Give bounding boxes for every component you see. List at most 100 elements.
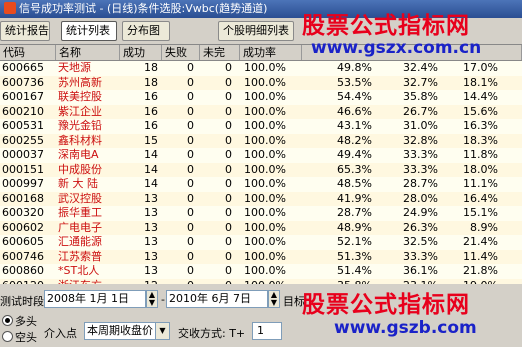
table-row[interactable]: 600168 武汉控股 13 0 0 100.0% 41.9% 28.0% 16.4% — [0, 191, 522, 206]
cell-metric-2: 35.8% — [403, 90, 438, 103]
table-row[interactable]: 000151 中成股份 14 0 0 100.0% 65.3% 33.3% 18.0% — [0, 162, 522, 178]
chevron-down-icon[interactable]: ▼ — [155, 323, 169, 339]
table-row[interactable]: 600665 天地源 18 0 0 100.0% 49.8% 32.4% 17.0% — [0, 61, 522, 76]
row-filler — [502, 163, 522, 178]
row-filler — [502, 279, 522, 285]
cell-fail: 0 — [162, 279, 200, 285]
table-row[interactable]: 600167 联美控股 16 0 0 100.0% 54.4% 35.8% 14.4% — [0, 90, 522, 105]
cell-metric-3: 18.0% — [463, 162, 498, 176]
end-date-field[interactable]: 2010年 6月 7日 — [166, 290, 268, 308]
watermark-bottom-url: www.gszb.com — [334, 318, 477, 338]
cell-incomplete: 0 — [225, 191, 232, 205]
cell-success: 15 — [144, 133, 158, 147]
short-radio[interactable] — [2, 331, 13, 342]
cell-incomplete: 0 — [225, 133, 232, 147]
cell-metric-1: 41.9% — [337, 191, 372, 205]
cell-name: 武汉控股 — [58, 191, 102, 205]
cell-code: 600255 — [2, 133, 44, 147]
cell-metric-1: 46.6% — [337, 104, 372, 118]
cell-code: 600531 — [2, 119, 44, 132]
cell-incomplete: 0 — [225, 119, 232, 132]
cell-metric-1: 51.4% — [337, 264, 372, 277]
entry-select[interactable]: 本周期收盘价 ▼ — [84, 322, 170, 340]
cell-metric-2: 33.3% — [403, 162, 438, 176]
cell-success-rate: 100.0% — [244, 90, 286, 103]
cell-metric-1: 35.8% — [290, 279, 374, 285]
header-success-rate[interactable]: 成功率 — [240, 45, 302, 60]
cell-fail: 0 — [187, 133, 194, 147]
cell-code: 600605 — [2, 235, 44, 248]
table-row[interactable]: 000037 深南电A 14 0 0 100.0% 49.4% 33.3% 11.8% — [0, 148, 522, 163]
cell-metric-3: 18.3% — [463, 133, 498, 147]
row-filler — [502, 206, 522, 221]
cell-success: 14 — [144, 162, 158, 176]
cell-metric-2: 32.5% — [403, 235, 438, 248]
start-date-spinner[interactable]: ▲ ▼ — [146, 290, 158, 308]
period-label: 测试时段 — [0, 295, 44, 308]
table-row[interactable]: 600320 振华重工 13 0 0 100.0% 28.7% 24.9% 15.1% — [0, 206, 522, 221]
end-date-spinner[interactable]: ▲ ▼ — [268, 290, 280, 308]
cell-name: 联美控股 — [58, 90, 102, 103]
cell-code: 600736 — [2, 75, 44, 89]
table-row[interactable]: 600736 苏州高新 18 0 0 100.0% 53.5% 32.7% 18.1% — [0, 75, 522, 91]
cell-code: 600320 — [2, 206, 44, 219]
table-row[interactable]: 600605 汇通能源 13 0 0 100.0% 52.1% 32.5% 21.4% — [0, 235, 522, 250]
header-fail[interactable]: 失败 — [162, 45, 200, 60]
cell-success: 13 — [144, 235, 158, 248]
stats-report-tab[interactable]: 统计报告 — [0, 21, 50, 41]
cell-fail: 0 — [187, 90, 194, 103]
cell-code: 000151 — [2, 162, 44, 176]
cell-metric-3: 8.9% — [470, 220, 498, 234]
cell-fail: 0 — [187, 75, 194, 89]
cell-success-rate: 100.0% — [244, 191, 286, 205]
cell-fail: 0 — [187, 249, 194, 263]
row-filler — [502, 177, 522, 192]
table-row[interactable]: 600746 江苏索普 13 0 0 100.0% 51.3% 33.3% 11.4% — [0, 249, 522, 264]
start-date-field[interactable]: 2008年 1月 1日 — [44, 290, 146, 308]
cell-metric-1: 48.9% — [337, 220, 372, 234]
table-row[interactable]: 600120浙江东方1200100.0%35.8%23.1%19.0% — [0, 278, 522, 285]
cell-success-rate: 100.0% — [244, 104, 286, 118]
short-label: 空头 — [15, 331, 37, 344]
trade-label: 交收方式: T+ — [178, 327, 246, 340]
cell-incomplete: 0 — [225, 61, 232, 74]
watermark-top-title: 股票公式指标网 — [302, 13, 470, 39]
table-row[interactable]: 600255 鑫科材料 15 0 0 100.0% 48.2% 32.8% 18.3% — [0, 133, 522, 148]
cell-metric-1: 53.5% — [337, 75, 372, 89]
header-incomplete[interactable]: 未完 — [200, 45, 240, 60]
cell-metric-1: 49.8% — [337, 61, 372, 74]
row-filler — [502, 76, 522, 91]
cell-metric-3: 14.4% — [463, 90, 498, 103]
cell-metric-3: 17.0% — [463, 61, 498, 74]
cell-name: 振华重工 — [58, 206, 102, 219]
cell-metric-1: 49.4% — [337, 148, 372, 161]
cell-metric-2: 36.1% — [403, 264, 438, 277]
table-row[interactable]: 600210 紫江企业 16 0 0 100.0% 46.6% 26.7% 15.6% — [0, 104, 522, 119]
header-success[interactable]: 成功 — [120, 45, 162, 60]
trade-days-input[interactable]: 1 — [252, 322, 282, 340]
cell-name: 天地源 — [58, 61, 91, 74]
entry-select-value: 本周期收盘价 — [87, 324, 153, 337]
distribution-tab[interactable]: 分布图 — [122, 21, 170, 41]
cell-metric-1: 52.1% — [337, 235, 372, 248]
cell-metric-1: 65.3% — [337, 162, 372, 176]
cell-metric-2: 28.7% — [403, 177, 438, 190]
long-label: 多头 — [15, 315, 37, 328]
cell-metric-3: 15.1% — [463, 206, 498, 219]
table-row[interactable]: 600860 *ST北人 13 0 0 100.0% 51.4% 36.1% 21.8% — [0, 264, 522, 279]
long-radio[interactable] — [2, 315, 13, 326]
cell-incomplete: 0 — [225, 206, 232, 219]
stats-list-tab[interactable]: 统计列表 — [61, 21, 117, 41]
header-name[interactable]: 名称 — [56, 45, 120, 60]
cell-name: 鑫科材料 — [58, 133, 102, 147]
cell-success-rate: 100.0% — [244, 206, 286, 219]
cell-code: 600120 — [0, 279, 56, 285]
cell-fail: 0 — [187, 220, 194, 234]
table-row[interactable]: 000997 新 大 陆 14 0 0 100.0% 48.5% 28.7% 11.1% — [0, 177, 522, 192]
header-code[interactable]: 代码 — [0, 45, 56, 60]
table-row[interactable]: 600531 豫光金铅 16 0 0 100.0% 43.1% 31.0% 16.3% — [0, 119, 522, 134]
table-row[interactable]: 600602 广电电子 13 0 0 100.0% 48.9% 26.3% 8.9% — [0, 220, 522, 235]
stock-detail-button[interactable]: 个股明细列表 — [218, 21, 294, 41]
watermark-bottom-title: 股票公式指标网 — [302, 292, 470, 318]
cell-metric-3: 11.8% — [463, 148, 498, 161]
